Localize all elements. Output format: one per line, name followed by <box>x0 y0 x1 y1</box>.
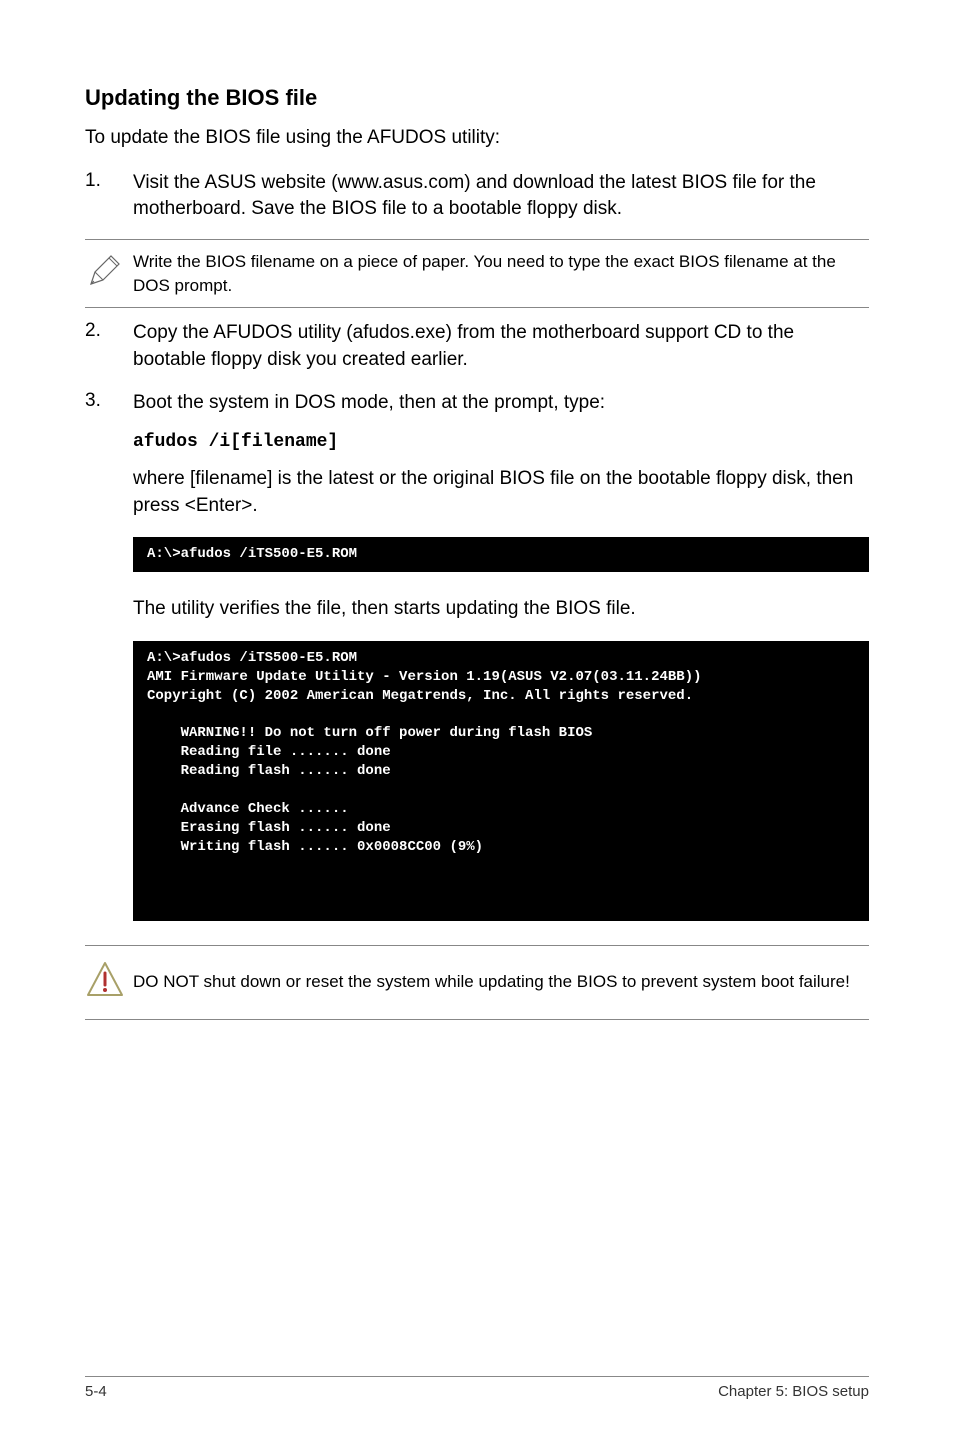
terminal-output-1: A:\>afudos /iTS500-E5.ROM <box>133 537 869 572</box>
step-number: 2. <box>85 320 133 373</box>
verify-text: The utility verifies the file, then star… <box>133 596 869 623</box>
warning-block: DO NOT shut down or reset the system whi… <box>85 945 869 1020</box>
pencil-icon <box>85 250 133 290</box>
terminal-output-2: A:\>afudos /iTS500-E5.ROM AMI Firmware U… <box>133 641 869 921</box>
step-text: Copy the AFUDOS utility (afudos.exe) fro… <box>133 320 869 373</box>
step-number: 1. <box>85 170 133 223</box>
footer-page-number: 5-4 <box>85 1383 107 1400</box>
code-command: afudos /i[filename] <box>133 432 869 452</box>
note-block: Write the BIOS filename on a piece of pa… <box>85 239 869 309</box>
step-1: 1. Visit the ASUS website (www.asus.com)… <box>85 170 869 223</box>
section-heading: Updating the BIOS file <box>85 85 869 111</box>
step-2: 2. Copy the AFUDOS utility (afudos.exe) … <box>85 320 869 373</box>
note-text: Write the BIOS filename on a piece of pa… <box>133 250 869 298</box>
step-text: Boot the system in DOS mode, then at the… <box>133 390 605 417</box>
step-3: 3. Boot the system in DOS mode, then at … <box>85 390 869 417</box>
step-3-continue: where [filename] is the latest or the or… <box>133 466 869 519</box>
page-footer: 5-4 Chapter 5: BIOS setup <box>85 1376 869 1400</box>
warning-text: DO NOT shut down or reset the system whi… <box>133 970 850 994</box>
warning-icon <box>85 960 133 1005</box>
intro-text: To update the BIOS file using the AFUDOS… <box>85 125 869 152</box>
footer-chapter: Chapter 5: BIOS setup <box>718 1383 869 1400</box>
step-text: Visit the ASUS website (www.asus.com) an… <box>133 170 869 223</box>
step-number: 3. <box>85 390 133 417</box>
